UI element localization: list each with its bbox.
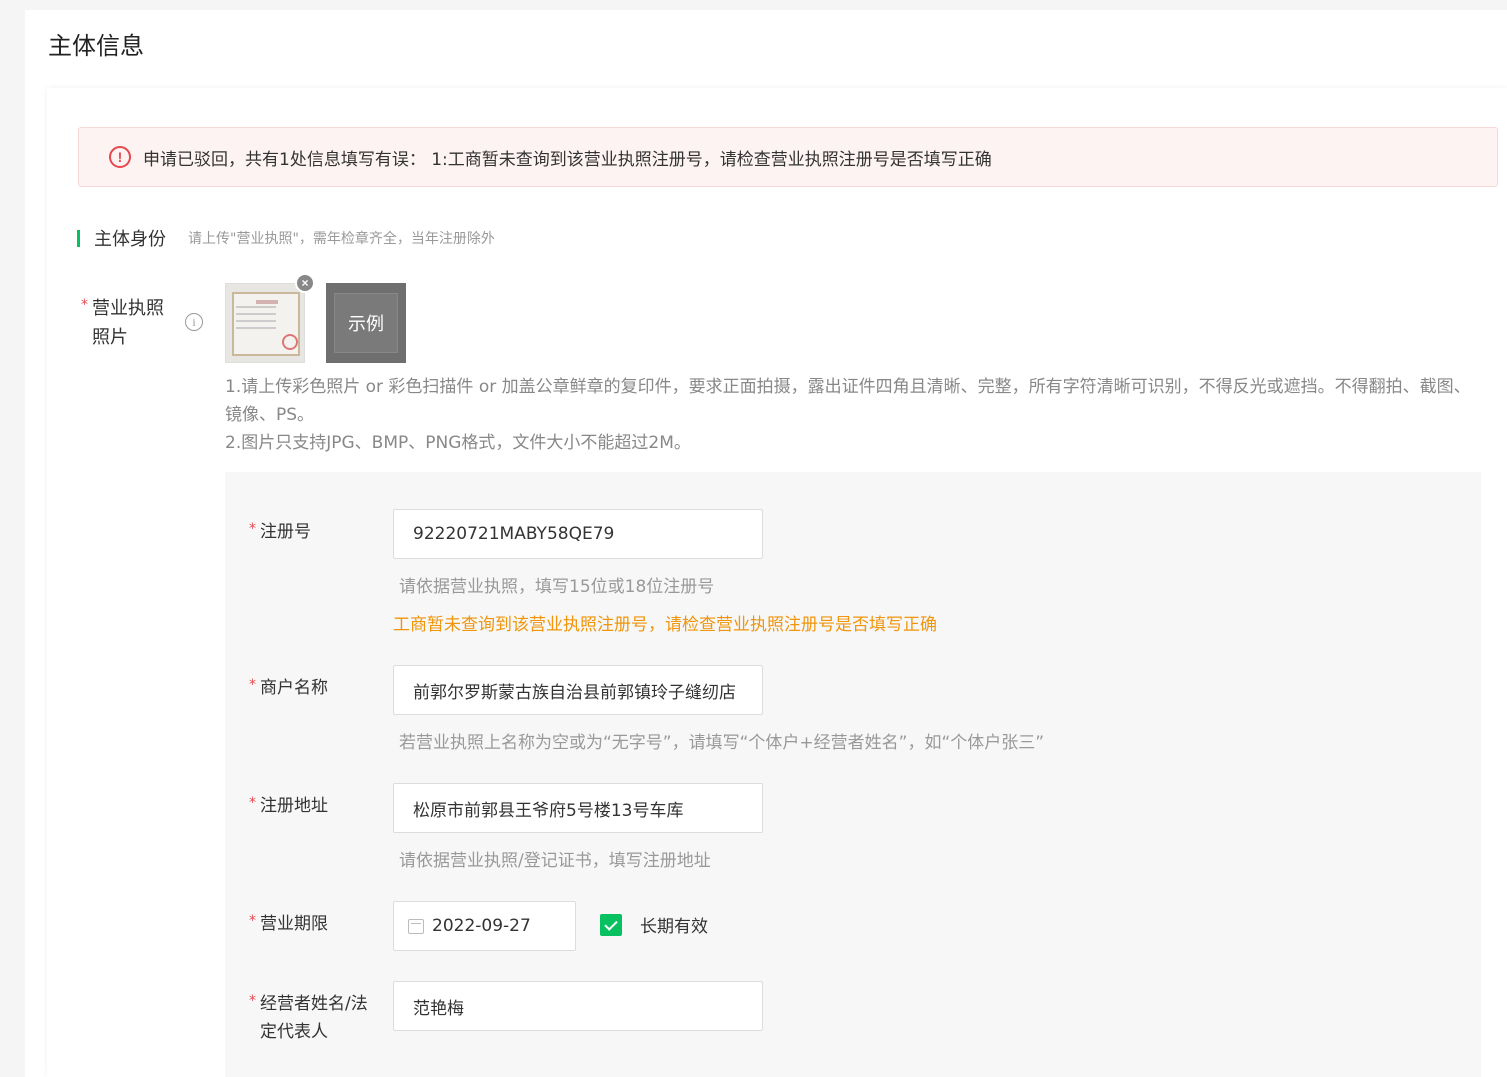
- rejection-alert: ! 申请已驳回，共有1处信息填写有误： 1:工商暂未查询到该营业执照注册号，请检…: [78, 127, 1498, 187]
- required-mark: *: [249, 795, 256, 811]
- required-mark: *: [249, 993, 256, 1009]
- upload-tip-1: 1.请上传彩色照片 or 彩色扫描件 or 加盖公章鲜章的复印件，要求正面拍摄，…: [225, 377, 1471, 425]
- license-photo-label: * 营业执照 照片: [81, 294, 171, 352]
- license-label-line2: 照片: [92, 327, 128, 348]
- license-form-box: * 注册号 92220721MABY58QE79 请依据营业执照，填写15位或1…: [225, 472, 1481, 1077]
- alert-circle-icon: !: [109, 146, 131, 168]
- required-mark: *: [249, 677, 256, 693]
- reg-no-label: * 注册号: [249, 518, 311, 546]
- example-thumbnail[interactable]: 示例: [326, 283, 406, 363]
- reg-no-hint: 请依据营业执照，填写15位或18位注册号: [399, 577, 715, 597]
- section-accent-bar: [77, 229, 80, 247]
- section-header: 主体身份 请上传"营业执照"，需年检章齐全，当年注册除外: [77, 225, 495, 251]
- legal-rep-input[interactable]: 范艳梅: [393, 981, 763, 1031]
- reg-no-input[interactable]: 92220721MABY58QE79: [393, 509, 763, 559]
- license-label-line1: 营业执照: [92, 298, 164, 319]
- upload-tip-2: 2.图片只支持JPG、BMP、PNG格式，文件大小不能超过2M。: [225, 433, 691, 453]
- address-hint: 请依据营业执照/登记证书，填写注册地址: [399, 851, 711, 871]
- form-panel: ! 申请已驳回，共有1处信息填写有误： 1:工商暂未查询到该营业执照注册号，请检…: [47, 88, 1507, 1077]
- section-title: 主体身份: [94, 229, 166, 250]
- section-subtitle: 请上传"营业执照"，需年检章齐全，当年注册除外: [188, 231, 495, 247]
- upload-tips: 1.请上传彩色照片 or 彩色扫描件 or 加盖公章鲜章的复印件，要求正面拍摄，…: [225, 373, 1485, 457]
- merchant-name-label: * 商户名称: [249, 674, 328, 702]
- long-term-checkbox[interactable]: [600, 914, 622, 936]
- merchant-name-input[interactable]: 前郭尔罗斯蒙古族自治县前郭镇玲子缝纫店: [393, 665, 763, 715]
- page-card: 主体信息 ! 申请已驳回，共有1处信息填写有误： 1:工商暂未查询到该营业执照注…: [25, 10, 1507, 1077]
- info-icon[interactable]: i: [185, 313, 203, 331]
- example-label: 示例: [348, 314, 384, 335]
- term-label: * 营业期限: [249, 910, 328, 938]
- page-title: 主体信息: [48, 32, 144, 60]
- required-mark: *: [249, 913, 256, 929]
- alert-message: 申请已驳回，共有1处信息填写有误： 1:工商暂未查询到该营业执照注册号，请检查营…: [143, 149, 992, 170]
- long-term-label[interactable]: 长期有效: [640, 912, 708, 937]
- term-date-picker[interactable]: 2022-09-27: [393, 901, 576, 951]
- address-input[interactable]: 松原市前郭县王爷府5号楼13号车库: [393, 783, 763, 833]
- license-thumbnail[interactable]: [225, 283, 305, 363]
- legal-rep-label: * 经营者姓名/法 定代表人: [249, 990, 368, 1046]
- merchant-name-hint: 若营业执照上名称为空或为“无字号”，请填写“个体户+经营者姓名”，如“个体户张三…: [399, 733, 1045, 753]
- calendar-icon: [408, 918, 424, 934]
- close-icon[interactable]: ×: [295, 273, 315, 293]
- address-label: * 注册地址: [249, 792, 328, 820]
- reg-no-error: 工商暂未查询到该营业执照注册号，请检查营业执照注册号是否填写正确: [393, 615, 937, 635]
- required-mark: *: [81, 297, 88, 313]
- required-mark: *: [249, 521, 256, 537]
- term-date-value: 2022-09-27: [432, 916, 531, 936]
